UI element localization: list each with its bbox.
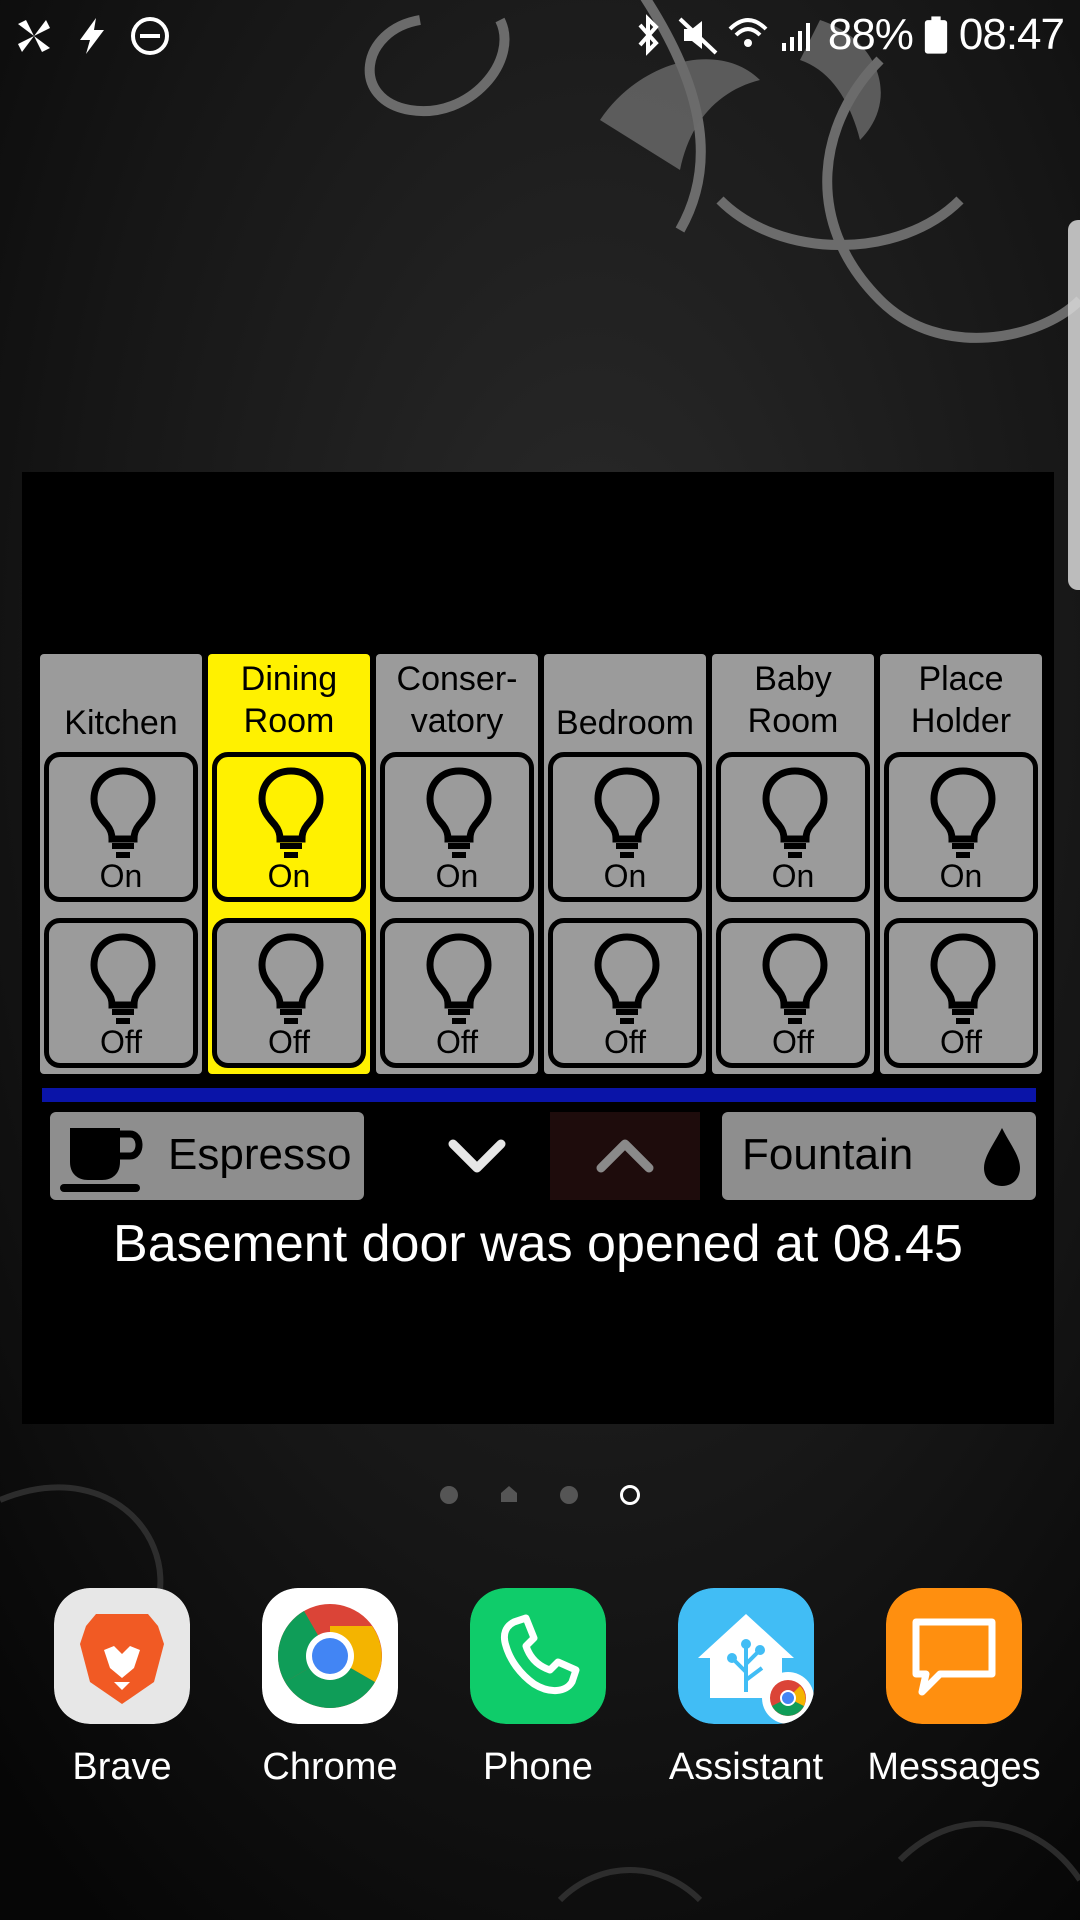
- light-off-button[interactable]: Off: [884, 918, 1038, 1068]
- page-dot[interactable]: [440, 1486, 458, 1504]
- dock-app-assistant[interactable]: Assistant: [656, 1588, 836, 1808]
- light-on-button[interactable]: On: [548, 752, 702, 902]
- scroll-up-button[interactable]: [550, 1112, 700, 1200]
- room-kitchen: Kitchen On Off: [40, 654, 202, 1074]
- on-label: On: [99, 858, 143, 894]
- lightbulb-icon: [426, 767, 492, 858]
- lightbulb-icon: [762, 933, 828, 1024]
- bluetooth-icon: [638, 14, 659, 56]
- light-on-button[interactable]: On: [44, 752, 198, 902]
- room-label: Bedroom: [556, 704, 694, 742]
- room-bedroom: Bedroom On Off: [544, 654, 706, 1074]
- on-label: On: [267, 858, 311, 894]
- battery-icon: [924, 16, 948, 54]
- edge-panel-handle[interactable]: [1068, 220, 1080, 590]
- app-label: Brave: [72, 1746, 172, 1788]
- room-place-holder: Place Holder On Off: [880, 654, 1042, 1074]
- light-on-button[interactable]: On: [884, 752, 1038, 902]
- on-label: On: [435, 858, 479, 894]
- room-label: Baby Room: [747, 660, 839, 740]
- app-label: Phone: [483, 1746, 593, 1788]
- lightbulb-icon: [258, 933, 324, 1024]
- brave-lion-icon: [54, 1588, 190, 1724]
- app-label: Assistant: [668, 1746, 824, 1788]
- light-off-button[interactable]: Off: [212, 918, 366, 1068]
- page-dot-current[interactable]: [620, 1485, 640, 1505]
- off-label: Off: [939, 1024, 983, 1060]
- wifi-icon: [728, 18, 768, 47]
- status-bar: 88% 08:47: [0, 0, 1080, 78]
- lightbulb-icon: [930, 767, 996, 858]
- espresso-label: Espresso: [168, 1130, 352, 1179]
- light-on-button[interactable]: On: [212, 752, 366, 902]
- lightbulb-icon: [930, 933, 996, 1024]
- app-label: Chrome: [262, 1746, 398, 1788]
- signal-icon: [781, 23, 810, 51]
- on-label: On: [771, 858, 815, 894]
- lightbulb-icon: [90, 933, 156, 1024]
- messages-icon: [886, 1588, 1022, 1724]
- battery-percent: 88%: [827, 10, 914, 59]
- room-label: Place Holder: [910, 660, 1012, 740]
- dock-app-messages[interactable]: Messages: [864, 1588, 1044, 1808]
- room-columns: Kitchen On Off Dining Room On Off Conser…: [40, 654, 1042, 1074]
- dock-app-phone[interactable]: Phone: [448, 1588, 628, 1808]
- divider-bar: [42, 1088, 1036, 1102]
- light-off-button[interactable]: Off: [380, 918, 534, 1068]
- on-label: On: [939, 858, 983, 894]
- off-label: Off: [603, 1024, 647, 1060]
- lightbulb-icon: [594, 767, 660, 858]
- clock: 08:47: [958, 10, 1065, 59]
- room-dining-room: Dining Room On Off: [208, 654, 370, 1074]
- scroll-down-button[interactable]: [402, 1112, 552, 1200]
- home-assistant-icon: [678, 1588, 814, 1724]
- fountain-label: Fountain: [742, 1130, 914, 1179]
- page-dot[interactable]: [560, 1486, 578, 1504]
- lightbulb-icon: [90, 767, 156, 858]
- page-indicators: [430, 1480, 650, 1510]
- room-label: Conser- vatory: [396, 660, 518, 740]
- lightbulb-icon: [426, 933, 492, 1024]
- coffee-cup-icon: [60, 1128, 143, 1192]
- room-baby-room: Baby Room On Off: [712, 654, 874, 1074]
- off-label: Off: [771, 1024, 815, 1060]
- off-label: Off: [267, 1024, 311, 1060]
- fountain-button[interactable]: Fountain: [722, 1112, 1036, 1200]
- light-off-button[interactable]: Off: [44, 918, 198, 1068]
- lightbulb-icon: [258, 767, 324, 858]
- flash-icon: [80, 18, 104, 54]
- espresso-button[interactable]: Espresso: [50, 1112, 364, 1200]
- chevron-down-icon: [448, 1139, 506, 1173]
- fan-icon: [18, 20, 50, 52]
- on-label: On: [603, 858, 647, 894]
- lightbulb-icon: [594, 933, 660, 1024]
- water-drop-icon: [984, 1128, 1020, 1186]
- door-alert-text: Basement door was opened at 08.45: [113, 1215, 963, 1273]
- off-label: Off: [99, 1024, 143, 1060]
- dock-app-brave[interactable]: Brave: [32, 1588, 212, 1808]
- off-label: Off: [435, 1024, 479, 1060]
- light-on-button[interactable]: On: [716, 752, 870, 902]
- light-off-button[interactable]: Off: [716, 918, 870, 1068]
- dock-app-chrome[interactable]: Chrome: [240, 1588, 420, 1808]
- room-label: Kitchen: [64, 704, 178, 742]
- room-conservatory: Conser- vatory On Off: [376, 654, 538, 1074]
- light-off-button[interactable]: Off: [548, 918, 702, 1068]
- do-not-disturb-icon: [131, 17, 169, 55]
- home-page-dot-icon[interactable]: [500, 1484, 518, 1504]
- home-control-widget: Kitchen On Off Dining Room On Off Conser…: [22, 472, 1054, 1424]
- mute-icon: [678, 17, 718, 55]
- light-on-button[interactable]: On: [380, 752, 534, 902]
- phone-icon: [470, 1588, 606, 1724]
- chevron-up-icon: [596, 1139, 654, 1173]
- chrome-icon: [262, 1588, 398, 1724]
- app-label: Messages: [867, 1746, 1041, 1788]
- room-label: Dining Room: [240, 660, 338, 740]
- lightbulb-icon: [762, 767, 828, 858]
